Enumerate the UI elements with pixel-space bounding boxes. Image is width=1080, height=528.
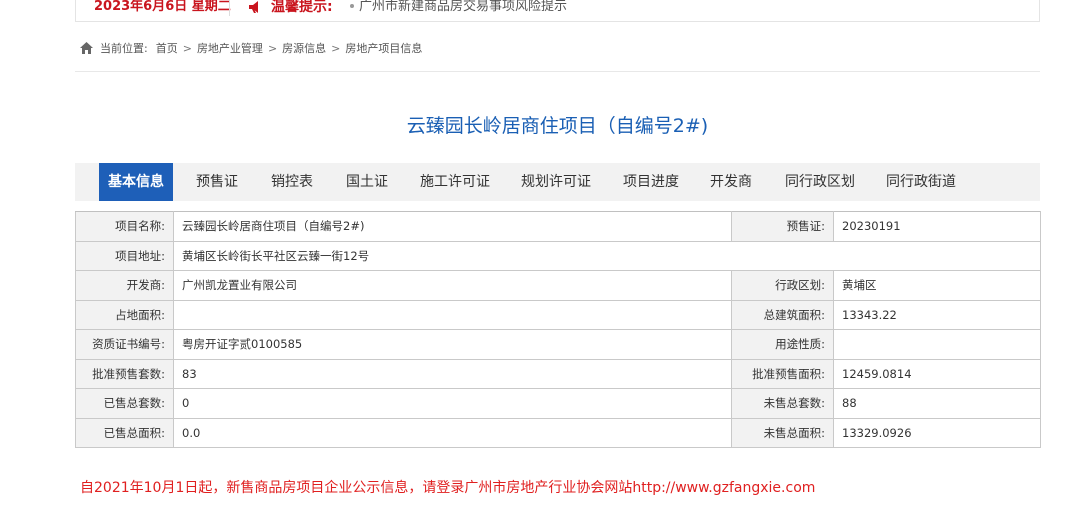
approved-units-label: 批准预售套数: [75, 358, 174, 389]
breadcrumb-item-project[interactable]: 房地产项目信息 [345, 40, 422, 56]
table-row: 项目名称: 云臻园长岭居商住项目（自编号2#) 预售证: 20230191 [75, 211, 1041, 242]
unsold-area-label: 未售总面积: [731, 417, 834, 448]
table-row: 批准预售套数: 83 批准预售面积: 12459.0814 [75, 358, 1041, 389]
project-address-value: 黄埔区长岭街长平社区云臻一街12号 [173, 240, 1041, 271]
land-area-label: 占地面积: [75, 299, 174, 330]
total-build-area-label: 总建筑面积: [731, 299, 834, 330]
unsold-area-value: 13329.0926 [833, 417, 1041, 448]
current-date: 2023年6月6日 星期二 [94, 0, 231, 14]
project-info-table: 项目名称: 云臻园长岭居商住项目（自编号2#) 预售证: 20230191 项目… [75, 211, 1041, 448]
tab-same-street[interactable]: 同行政街道 [886, 163, 956, 201]
tip-label: 温馨提示: [271, 0, 333, 15]
usage-value [833, 329, 1041, 360]
project-name-label: 项目名称: [75, 211, 174, 242]
project-address-label: 项目地址: [75, 240, 174, 271]
qualification-cert-label: 资质证书编号: [75, 329, 174, 360]
breadcrumb-prefix: 当前位置: [100, 42, 148, 55]
tab-developer[interactable]: 开发商 [710, 163, 752, 201]
table-row: 已售总套数: 0 未售总套数: 88 [75, 388, 1041, 419]
presale-cert-value: 20230191 [833, 211, 1041, 242]
approved-units-value: 83 [173, 358, 732, 389]
breadcrumb: 当前位置: 首页 > 房地产业管理 > 房源信息 > 房地产项目信息 [80, 40, 422, 56]
breadcrumb-separator: > [182, 41, 192, 55]
project-name-value: 云臻园长岭居商住项目（自编号2#) [173, 211, 732, 242]
sold-units-label: 已售总套数: [75, 388, 174, 419]
breadcrumb-item-home[interactable]: 首页 [156, 40, 178, 56]
notice-link[interactable]: 广州市新建商品房交易事项风险提示 [359, 0, 567, 14]
developer-label: 开发商: [75, 270, 174, 301]
tab-construction-permit[interactable]: 施工许可证 [420, 163, 490, 201]
breadcrumb-separator: > [331, 41, 341, 55]
tab-basic-info[interactable]: 基本信息 [99, 163, 173, 201]
tab-land-cert[interactable]: 国土证 [346, 163, 388, 201]
table-row: 开发商: 广州凯龙置业有限公司 行政区划: 黄埔区 [75, 270, 1041, 301]
bullet-icon [350, 4, 354, 8]
table-row: 占地面积: 总建筑面积: 13343.22 [75, 299, 1041, 330]
top-notice-bar: 2023年6月6日 星期二 温馨提示: 广州市新建商品房交易事项风险提示 [75, 0, 1040, 22]
tab-bar: 基本信息 预售证 销控表 国土证 施工许可证 规划许可证 项目进度 开发商 同行… [75, 163, 1040, 201]
breadcrumb-item-listings[interactable]: 房源信息 [282, 40, 326, 56]
tab-sales-control[interactable]: 销控表 [271, 163, 313, 201]
home-icon [80, 42, 93, 54]
presale-cert-label: 预售证: [731, 211, 834, 242]
footnote-link[interactable]: 自2021年10月1日起，新售商品房项目企业公示信息，请登录广州市房地产行业协会… [80, 478, 815, 498]
district-label: 行政区划: [731, 270, 834, 301]
approved-area-label: 批准预售面积: [731, 358, 834, 389]
breadcrumb-item-industry[interactable]: 房地产业管理 [197, 40, 263, 56]
table-row: 资质证书编号: 粤房开证字贰0100585 用途性质: [75, 329, 1041, 360]
district-value: 黄埔区 [833, 270, 1041, 301]
qualification-cert-value: 粤房开证字贰0100585 [173, 329, 732, 360]
table-row: 已售总面积: 0.0 未售总面积: 13329.0926 [75, 417, 1041, 448]
sold-area-value: 0.0 [173, 417, 732, 448]
horn-icon [249, 1, 258, 13]
tab-same-district[interactable]: 同行政区划 [785, 163, 855, 201]
tab-planning-permit[interactable]: 规划许可证 [521, 163, 591, 201]
table-row: 项目地址: 黄埔区长岭街长平社区云臻一街12号 [75, 240, 1041, 271]
breadcrumb-separator: > [267, 41, 278, 55]
divider [75, 71, 1040, 72]
land-area-value [173, 299, 732, 330]
sold-units-value: 0 [173, 388, 732, 419]
tab-progress[interactable]: 项目进度 [623, 163, 679, 201]
approved-area-value: 12459.0814 [833, 358, 1041, 389]
total-build-area-value: 13343.22 [833, 299, 1041, 330]
unsold-units-label: 未售总套数: [731, 388, 834, 419]
developer-value: 广州凯龙置业有限公司 [173, 270, 732, 301]
page-title: 云臻园长岭居商住项目（自编号2#) [406, 115, 709, 137]
sold-area-label: 已售总面积: [75, 417, 174, 448]
tab-presale-cert[interactable]: 预售证 [196, 163, 238, 201]
usage-label: 用途性质: [731, 329, 834, 360]
divider [229, 0, 230, 16]
unsold-units-value: 88 [833, 388, 1041, 419]
